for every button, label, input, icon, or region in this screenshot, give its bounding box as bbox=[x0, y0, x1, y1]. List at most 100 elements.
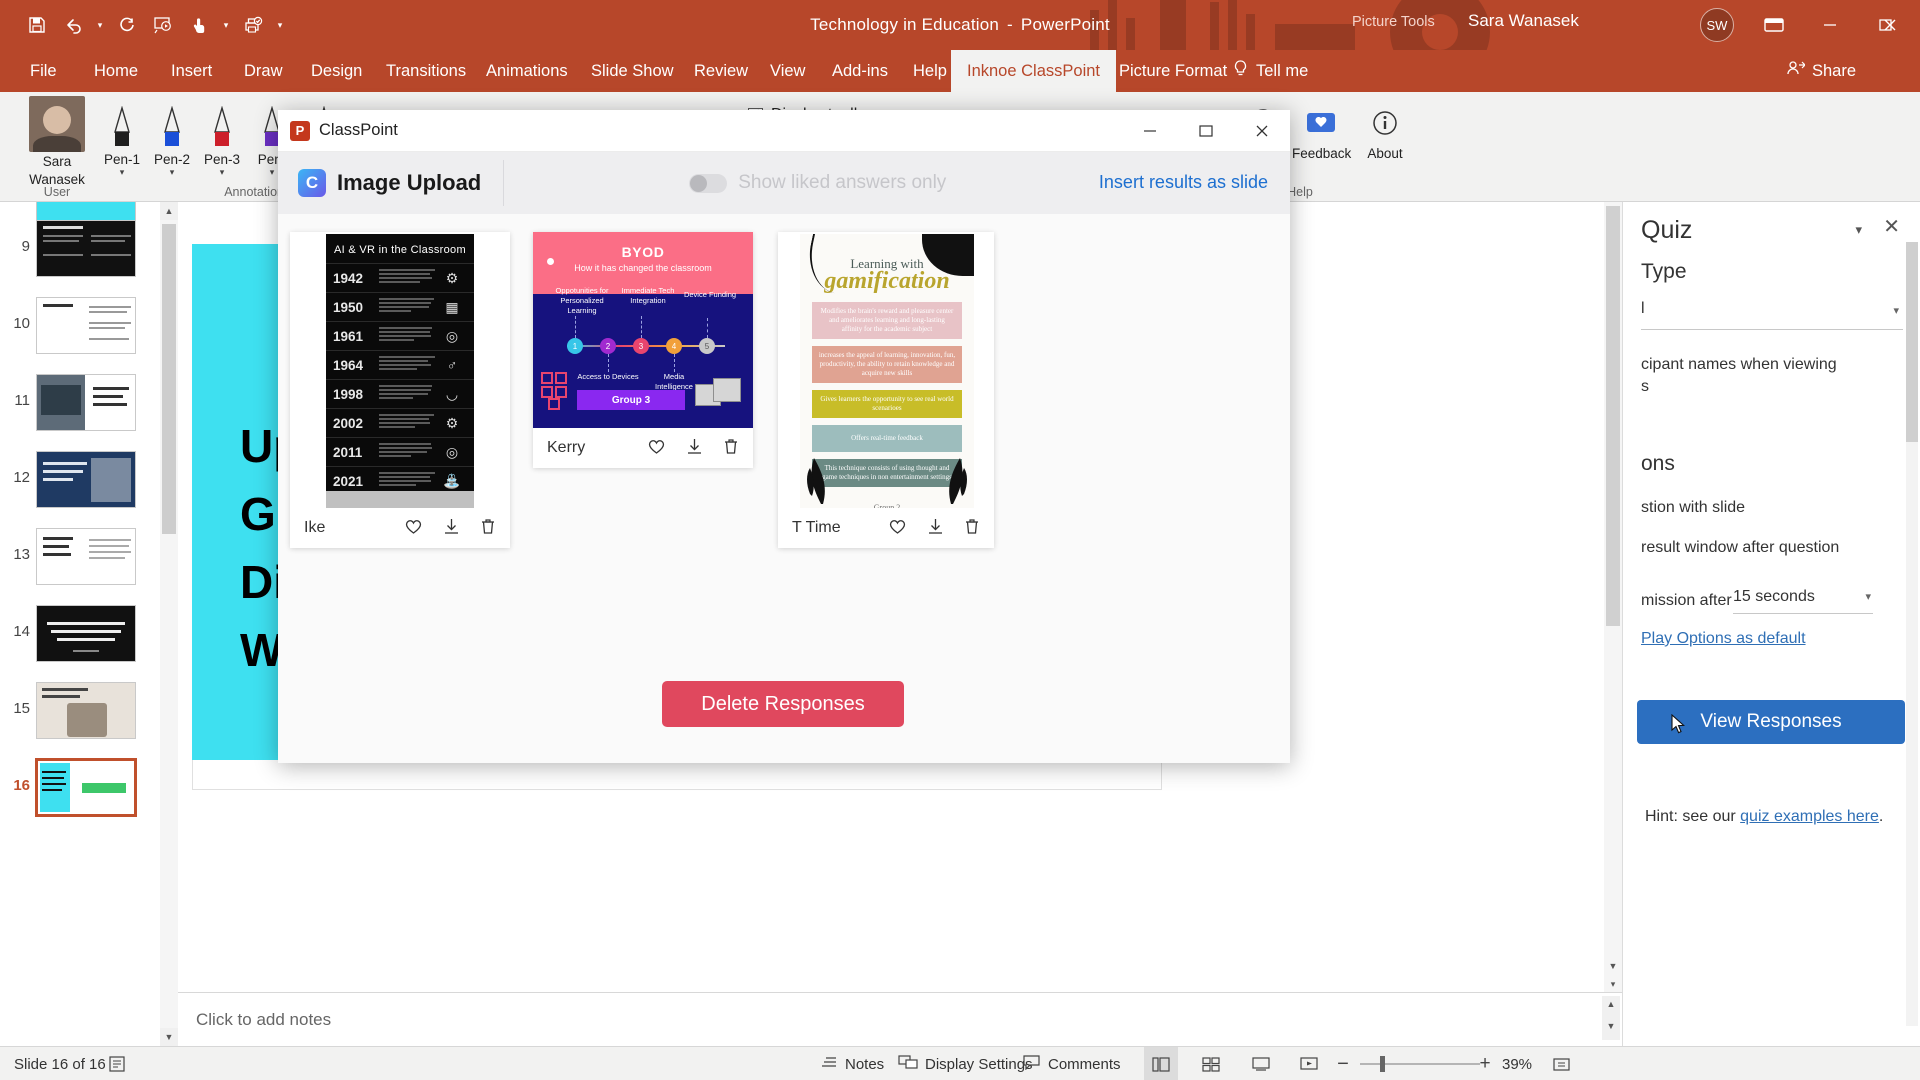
slide-thumbnail[interactable] bbox=[36, 451, 136, 508]
dialog-body[interactable]: AI & VR in the Classroom 1942 ⚙ 1950 ▦ 196… bbox=[278, 214, 1290, 763]
tab-insert[interactable]: Insert bbox=[155, 50, 228, 92]
show-liked-answers-toggle[interactable]: Show liked answers only bbox=[689, 172, 946, 194]
scroll-thumb[interactable] bbox=[162, 224, 176, 534]
reading-view-icon[interactable] bbox=[1244, 1047, 1278, 1080]
comments-button[interactable]: Comments bbox=[1022, 1047, 1121, 1080]
tab-add-ins[interactable]: Add-ins bbox=[816, 50, 904, 92]
scroll-page-down-icon[interactable]: ▾ bbox=[1604, 976, 1622, 992]
notes-button[interactable]: Notes bbox=[820, 1047, 884, 1080]
list-item[interactable]: 13 bbox=[8, 528, 168, 585]
tab-picture-format[interactable]: Picture Format bbox=[1103, 50, 1243, 92]
list-item[interactable]: 15 bbox=[8, 682, 168, 739]
toggle-switch[interactable] bbox=[689, 173, 728, 193]
zoom-in-button[interactable]: + bbox=[1472, 1047, 1498, 1080]
minimize-button[interactable] bbox=[1802, 0, 1858, 50]
list-item[interactable]: 11 bbox=[8, 374, 168, 431]
ribbon-user-group[interactable]: Sara Wanasek bbox=[12, 96, 102, 188]
set-default-link[interactable]: Play Options as default bbox=[1641, 630, 1806, 648]
response-image[interactable]: Learning with gamification Modifies the … bbox=[778, 232, 994, 508]
delete-icon[interactable] bbox=[480, 518, 496, 538]
response-card[interactable]: BYOD How it has changed the classroom Op… bbox=[533, 232, 753, 468]
slide-thumbnail[interactable] bbox=[36, 682, 136, 739]
response-actions[interactable] bbox=[404, 518, 496, 538]
delete-icon[interactable] bbox=[964, 518, 980, 538]
chevron-down-icon[interactable]: ▾ bbox=[1855, 222, 1862, 238]
tab-design[interactable]: Design bbox=[295, 50, 378, 92]
slide-thumbnail[interactable] bbox=[36, 605, 136, 662]
about-button[interactable]: About bbox=[1356, 100, 1414, 161]
list-item[interactable]: 10 bbox=[8, 297, 168, 354]
panel-scrollbar[interactable] bbox=[1906, 242, 1918, 1026]
pen-1-dropdown-icon[interactable]: ▾ bbox=[95, 167, 149, 178]
submission-duration-select[interactable]: 15 seconds ▾ bbox=[1733, 588, 1873, 614]
response-card[interactable]: Learning with gamification Modifies the … bbox=[778, 232, 994, 548]
slide-sorter-view-icon[interactable] bbox=[1194, 1047, 1228, 1080]
share-button[interactable]: Share bbox=[1786, 50, 1856, 92]
scroll-down-icon[interactable]: ▼ bbox=[160, 1028, 178, 1046]
close-button[interactable] bbox=[1862, 0, 1918, 50]
scroll-down-icon[interactable]: ▼ bbox=[1602, 1018, 1620, 1034]
scroll-up-icon[interactable]: ▲ bbox=[160, 202, 178, 220]
zoom-slider-handle[interactable] bbox=[1380, 1056, 1385, 1072]
notes-scrollbar[interactable]: ▲ ▼ bbox=[1602, 996, 1620, 1040]
pen-3-button[interactable]: Pen-3 ▾ bbox=[195, 100, 249, 178]
chevron-down-icon[interactable]: ▾ bbox=[1865, 590, 1871, 603]
list-item[interactable]: 14 bbox=[8, 605, 168, 662]
tab-view[interactable]: View bbox=[754, 50, 821, 92]
dialog-close-button[interactable] bbox=[1234, 110, 1290, 152]
scroll-down-icon[interactable]: ▼ bbox=[1604, 958, 1622, 974]
scroll-up-icon[interactable]: ▲ bbox=[1602, 996, 1620, 1012]
tab-review[interactable]: Review bbox=[678, 50, 764, 92]
insert-results-as-slide-link[interactable]: Insert results as slide bbox=[1099, 172, 1268, 193]
pen-3-dropdown-icon[interactable]: ▾ bbox=[195, 167, 249, 178]
response-actions[interactable] bbox=[888, 518, 980, 538]
slide-thumbnail[interactable] bbox=[36, 220, 136, 277]
slide-thumbnail-pane[interactable]: 9 10 11 12 13 14 15 16 bbox=[0, 202, 178, 1046]
slide-thumbnail[interactable] bbox=[36, 374, 136, 431]
scroll-thumb[interactable] bbox=[1906, 242, 1918, 442]
tab-home[interactable]: Home bbox=[78, 50, 154, 92]
classpoint-image-upload-dialog[interactable]: P ClassPoint C Image Upload Show liked a… bbox=[278, 110, 1290, 763]
ribbon-display-options-button[interactable] bbox=[1746, 0, 1802, 50]
dialog-maximize-button[interactable] bbox=[1178, 110, 1234, 152]
download-icon[interactable] bbox=[686, 438, 703, 458]
response-image[interactable]: AI & VR in the Classroom 1942 ⚙ 1950 ▦ 196… bbox=[290, 232, 510, 508]
response-actions[interactable] bbox=[647, 438, 739, 458]
pen-1-button[interactable]: Pen-1 ▾ bbox=[95, 100, 149, 178]
tab-file[interactable]: File bbox=[14, 50, 73, 92]
avatar[interactable]: SW bbox=[1700, 8, 1734, 42]
quiz-examples-link[interactable]: quiz examples here bbox=[1740, 808, 1879, 825]
checkbox-option-1[interactable]: stion with slide bbox=[1641, 497, 1745, 519]
pen-2-button[interactable]: Pen-2 ▾ bbox=[145, 100, 199, 178]
list-item[interactable]: 12 bbox=[8, 451, 168, 508]
slide-thumbnail[interactable] bbox=[36, 297, 136, 354]
checkbox-option-2[interactable]: result window after question bbox=[1641, 537, 1909, 559]
chevron-down-icon[interactable]: ▾ bbox=[1893, 304, 1899, 317]
slideshow-view-icon[interactable] bbox=[1292, 1047, 1326, 1080]
account-name[interactable]: Sara Wanasek bbox=[1468, 11, 1579, 31]
zoom-slider[interactable] bbox=[1360, 1063, 1480, 1065]
view-responses-button[interactable]: View Responses bbox=[1637, 700, 1905, 744]
delete-responses-button[interactable]: Delete Responses bbox=[662, 681, 904, 727]
like-icon[interactable] bbox=[647, 438, 666, 458]
dialog-minimize-button[interactable] bbox=[1122, 110, 1178, 152]
scroll-thumb[interactable] bbox=[1606, 206, 1620, 626]
quiz-settings-panel[interactable]: Quiz ▾ ✕ Type l ▾ cipant names when view… bbox=[1622, 202, 1920, 1046]
download-icon[interactable] bbox=[443, 518, 460, 538]
list-item[interactable]: 9 bbox=[8, 220, 168, 277]
tab-transitions[interactable]: Transitions bbox=[370, 50, 482, 92]
tell-me-box[interactable]: Tell me bbox=[1232, 50, 1308, 92]
zoom-level[interactable]: 39% bbox=[1502, 1047, 1532, 1080]
tab-inknoe-classpoint[interactable]: Inknoe ClassPoint bbox=[951, 50, 1116, 92]
close-icon[interactable]: ✕ bbox=[1883, 214, 1900, 239]
accessibility-icon[interactable] bbox=[108, 1047, 126, 1080]
type-select[interactable]: l ▾ bbox=[1641, 300, 1903, 330]
thumbnail-scrollbar[interactable]: ▲ ▼ bbox=[160, 202, 178, 1046]
zoom-out-button[interactable]: − bbox=[1330, 1047, 1356, 1080]
like-icon[interactable] bbox=[404, 518, 423, 538]
ribbon-tab-strip[interactable]: File Home Insert Draw Design Transitions… bbox=[0, 50, 1920, 92]
tab-animations[interactable]: Animations bbox=[470, 50, 584, 92]
normal-view-icon[interactable] bbox=[1144, 1047, 1178, 1080]
response-image[interactable]: BYOD How it has changed the classroom Op… bbox=[533, 232, 753, 428]
tab-draw[interactable]: Draw bbox=[228, 50, 299, 92]
